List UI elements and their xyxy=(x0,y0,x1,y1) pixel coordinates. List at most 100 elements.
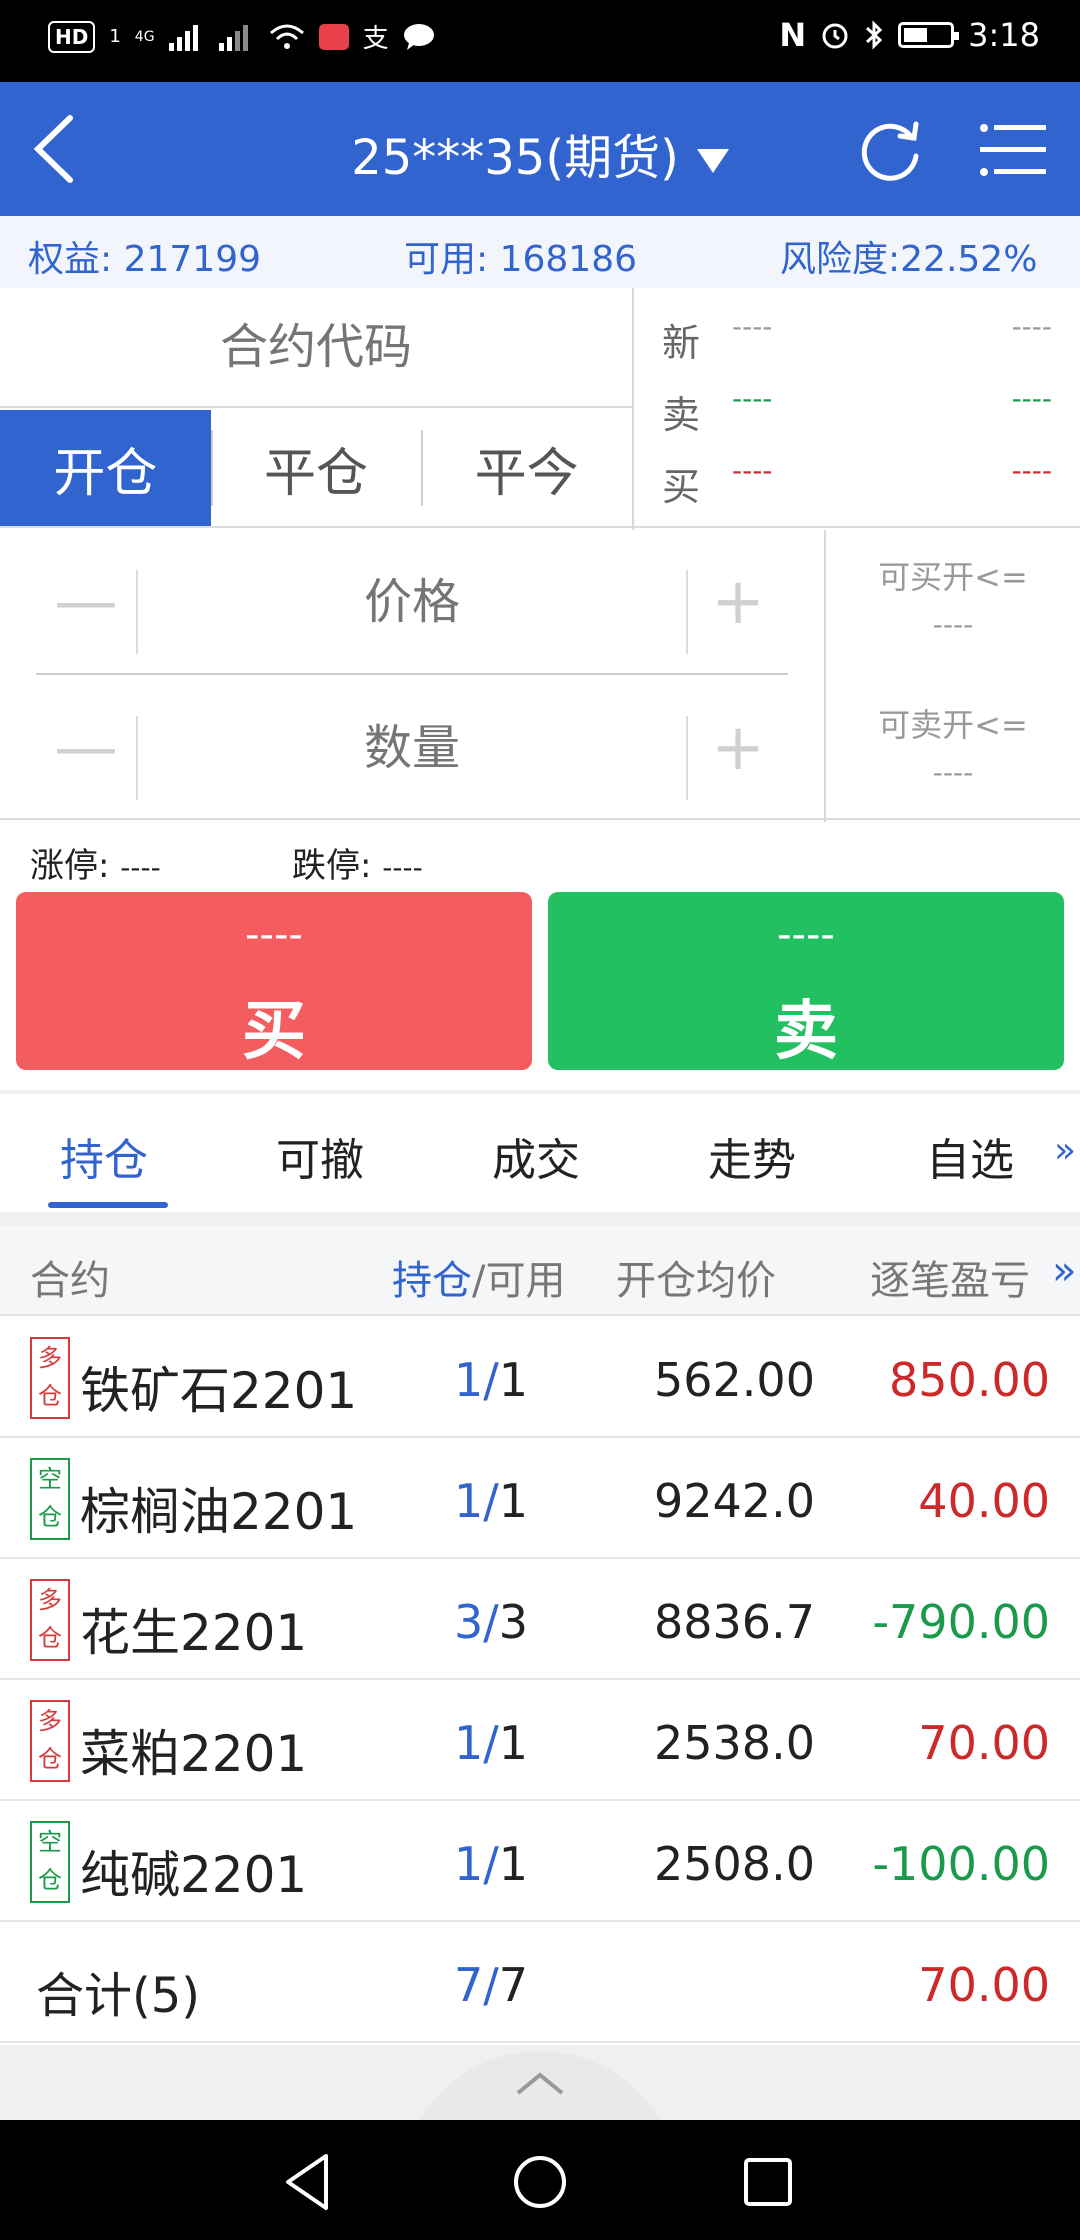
table-row[interactable]: 空仓 棕榈油2201 1/1 9242.0 40.00 xyxy=(0,1438,1080,1559)
limit-down-label: 跌停: xyxy=(292,846,372,886)
available-qty: 1 xyxy=(498,1837,529,1891)
last-label: 新 xyxy=(662,321,701,365)
quantity-minus-button[interactable]: — xyxy=(36,711,136,785)
menu-button[interactable] xyxy=(974,110,1054,190)
bottom-panel xyxy=(0,2045,1080,2120)
limit-up-label: 涨停: xyxy=(30,846,110,886)
contract-code-input[interactable] xyxy=(0,288,632,408)
contract-name: 花生2201 xyxy=(80,1604,308,1662)
total-pnl: 70.00 xyxy=(918,1958,1050,2012)
divider xyxy=(136,570,138,654)
tab-positions[interactable]: 持仓 xyxy=(60,1124,148,1188)
held-available: 1/1 xyxy=(454,1716,529,1770)
tab-open-position[interactable]: 开仓 xyxy=(0,410,211,526)
direction-top: 空 xyxy=(38,1465,62,1493)
tab-fills[interactable]: 成交 xyxy=(492,1124,580,1188)
contract-name: 菜粕2201 xyxy=(80,1725,308,1783)
held-qty: 1 xyxy=(454,1716,484,1770)
tabs-more-icon[interactable]: » xyxy=(1054,1130,1076,1171)
tab-watchlist[interactable]: 自选 xyxy=(926,1124,1014,1188)
price-plus-button[interactable]: + xyxy=(688,565,788,639)
col-avg-price[interactable]: 开仓均价 xyxy=(616,1248,776,1306)
ask-label: 卖 xyxy=(662,393,701,437)
chat-icon xyxy=(403,23,434,50)
caret-down-icon xyxy=(696,149,729,173)
direction-badge: 空仓 xyxy=(30,1458,70,1540)
price-minus-button[interactable]: — xyxy=(36,565,136,639)
tab-cancelable[interactable]: 可撤 xyxy=(276,1124,364,1188)
available-qty: 3 xyxy=(498,1595,529,1649)
held-available: 1/1 xyxy=(454,1353,529,1407)
buy-button[interactable]: ---- 买 xyxy=(16,892,532,1070)
total-held: 7 xyxy=(454,1958,484,2012)
table-row[interactable]: 多仓 铁矿石2201 1/1 562.00 850.00 xyxy=(0,1317,1080,1438)
direction-bottom: 仓 xyxy=(38,1866,62,1894)
positions-table-header: 合约 持仓/可用 开仓均价 逐笔盈亏 » xyxy=(0,1226,1080,1316)
available-volume: 可买开<= ---- 可卖开<= ---- xyxy=(826,530,1080,820)
direction-top: 多 xyxy=(38,1586,62,1614)
list-menu-icon xyxy=(980,124,1046,176)
held-qty: 3 xyxy=(454,1595,484,1649)
avg-price: 2538.0 xyxy=(654,1716,815,1770)
quote-last: 新 ---- ---- xyxy=(662,298,1052,370)
app-notification-icon xyxy=(318,23,349,50)
total-held-available: 7/7 xyxy=(454,1958,529,2012)
nav-home-button[interactable] xyxy=(500,2142,580,2222)
buy-open-max-label: 可买开<= xyxy=(878,558,1028,596)
bid-price: ---- xyxy=(732,454,773,487)
buy-label: 买 xyxy=(242,995,306,1069)
triangle-back-icon xyxy=(286,2154,328,2210)
bid-volume: ---- xyxy=(1011,454,1052,487)
last-change: ---- xyxy=(1011,310,1052,343)
circle-home-icon xyxy=(514,2156,566,2208)
refresh-button[interactable] xyxy=(850,110,930,190)
refresh-icon xyxy=(861,121,919,181)
nav-back-button[interactable] xyxy=(270,2142,350,2222)
price-row: — + xyxy=(36,542,788,662)
table-row[interactable]: 多仓 菜粕2201 1/1 2538.0 70.00 xyxy=(0,1680,1080,1801)
col-pnl[interactable]: 逐笔盈亏 xyxy=(870,1248,1030,1306)
pnl-value: -790.00 xyxy=(872,1595,1050,1649)
available-qty: 1 xyxy=(498,1716,529,1770)
wifi-icon xyxy=(269,24,304,49)
signal-icon xyxy=(168,24,198,51)
direction-top: 多 xyxy=(38,1344,62,1372)
bid-label: 买 xyxy=(662,465,701,509)
table-row[interactable]: 空仓 纯碱2201 1/1 2508.0 -100.00 xyxy=(0,1801,1080,1922)
quantity-plus-button[interactable]: + xyxy=(688,711,788,785)
divider xyxy=(36,673,788,675)
sell-button[interactable]: ---- 卖 xyxy=(548,892,1064,1070)
columns-more-icon[interactable]: » xyxy=(1052,1248,1076,1294)
divider xyxy=(136,716,138,800)
contract-name: 棕榈油2201 xyxy=(80,1483,358,1541)
col-held-available[interactable]: 持仓/可用 xyxy=(392,1248,565,1306)
price-input[interactable] xyxy=(176,542,648,662)
status-right: N 3:18 xyxy=(779,16,1040,54)
direction-bottom: 仓 xyxy=(38,1624,62,1652)
tab-close-position[interactable]: 平仓 xyxy=(210,410,422,526)
limit-up-value: ---- xyxy=(120,851,161,884)
held-qty: 1 xyxy=(454,1353,484,1407)
risk-value: 22.52% xyxy=(900,239,1038,280)
pnl-value: 70.00 xyxy=(918,1716,1050,1770)
nfc-icon: N xyxy=(779,16,807,54)
col-held: 持仓 xyxy=(392,1258,472,1304)
tab-trend[interactable]: 走势 xyxy=(708,1124,796,1188)
square-recents-icon xyxy=(744,2158,792,2206)
table-row[interactable]: 多仓 花生2201 3/3 8836.7 -790.00 xyxy=(0,1559,1080,1680)
equity-label: 权益: xyxy=(28,239,113,280)
nav-recents-button[interactable] xyxy=(728,2142,808,2222)
contract-name: 纯碱2201 xyxy=(80,1846,308,1904)
tab-close-today[interactable]: 平今 xyxy=(421,410,632,526)
alarm-icon xyxy=(822,23,848,49)
equity: 权益: 217199 xyxy=(28,230,261,282)
direction-bottom: 仓 xyxy=(38,1503,62,1531)
col-contract: 合约 xyxy=(30,1258,110,1304)
quantity-input[interactable] xyxy=(176,688,648,808)
sim-indicator: 1 xyxy=(109,26,121,47)
hd-indicator: HD xyxy=(48,20,96,53)
direction-badge: 多仓 xyxy=(30,1700,70,1782)
battery-icon xyxy=(898,22,960,48)
expand-panel-button[interactable] xyxy=(400,2051,680,2120)
quote-ask: 卖 ---- ---- xyxy=(662,370,1052,442)
